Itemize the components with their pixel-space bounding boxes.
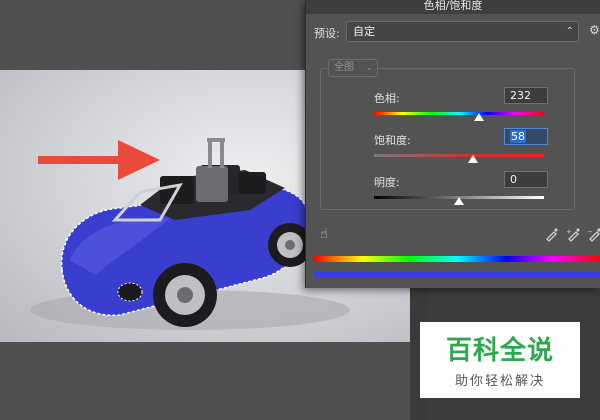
- hue-label: 色相:: [374, 92, 400, 105]
- hue-saturation-dialog: 色相/饱和度 预设: 自定 ⌃ ⚙ 全图 ⌄ 色相: 232 饱和度: 58 明…: [305, 0, 600, 288]
- svg-text:−: −: [587, 228, 593, 236]
- hue-slider-track[interactable]: [374, 112, 544, 115]
- chevron-down-icon: ⌃: [565, 26, 574, 37]
- watermark-title: 百科全说: [445, 336, 554, 366]
- eyedropper-plus-icon[interactable]: +: [566, 226, 582, 242]
- lightness-value: 0: [510, 173, 517, 186]
- lightness-slider-thumb[interactable]: [454, 197, 464, 205]
- saturation-input[interactable]: 58: [504, 128, 548, 145]
- saturation-slider-track[interactable]: [374, 154, 544, 157]
- watermark-subtitle: 助你轻松解决: [454, 374, 545, 389]
- hue-slider-thumb[interactable]: [474, 113, 485, 121]
- hue-value: 232: [510, 89, 531, 102]
- chevron-down-icon: ⌄: [365, 63, 373, 73]
- lightness-label: 明度:: [374, 176, 400, 189]
- lightness-input[interactable]: 0: [504, 171, 548, 188]
- front-wheel: [153, 263, 217, 327]
- svg-text:+: +: [566, 228, 572, 236]
- result-color-bar: [314, 271, 600, 277]
- source-color-bar: [314, 256, 600, 262]
- saturation-label: 饱和度:: [374, 134, 411, 147]
- saturation-slider-thumb[interactable]: [467, 155, 478, 163]
- preset-value: 自定: [353, 25, 375, 38]
- preset-dropdown[interactable]: 自定 ⌃: [346, 21, 579, 42]
- saturation-value: 58: [510, 130, 526, 143]
- channel-dropdown[interactable]: 全图 ⌄: [328, 59, 378, 77]
- preset-label: 预设:: [314, 27, 340, 40]
- canvas-background: [0, 342, 410, 420]
- gear-icon[interactable]: ⚙: [589, 24, 600, 36]
- watermark: 百科全说 助你轻松解决: [420, 322, 580, 398]
- channel-value: 全图: [334, 62, 354, 73]
- hand-icon[interactable]: ☝: [320, 227, 336, 243]
- red-arrow-icon: [38, 140, 160, 180]
- dialog-title: 色相/饱和度: [306, 0, 600, 14]
- eyedropper-minus-icon[interactable]: −: [587, 226, 600, 242]
- eyedropper-icon[interactable]: [544, 226, 560, 242]
- hue-input[interactable]: 232: [504, 87, 548, 104]
